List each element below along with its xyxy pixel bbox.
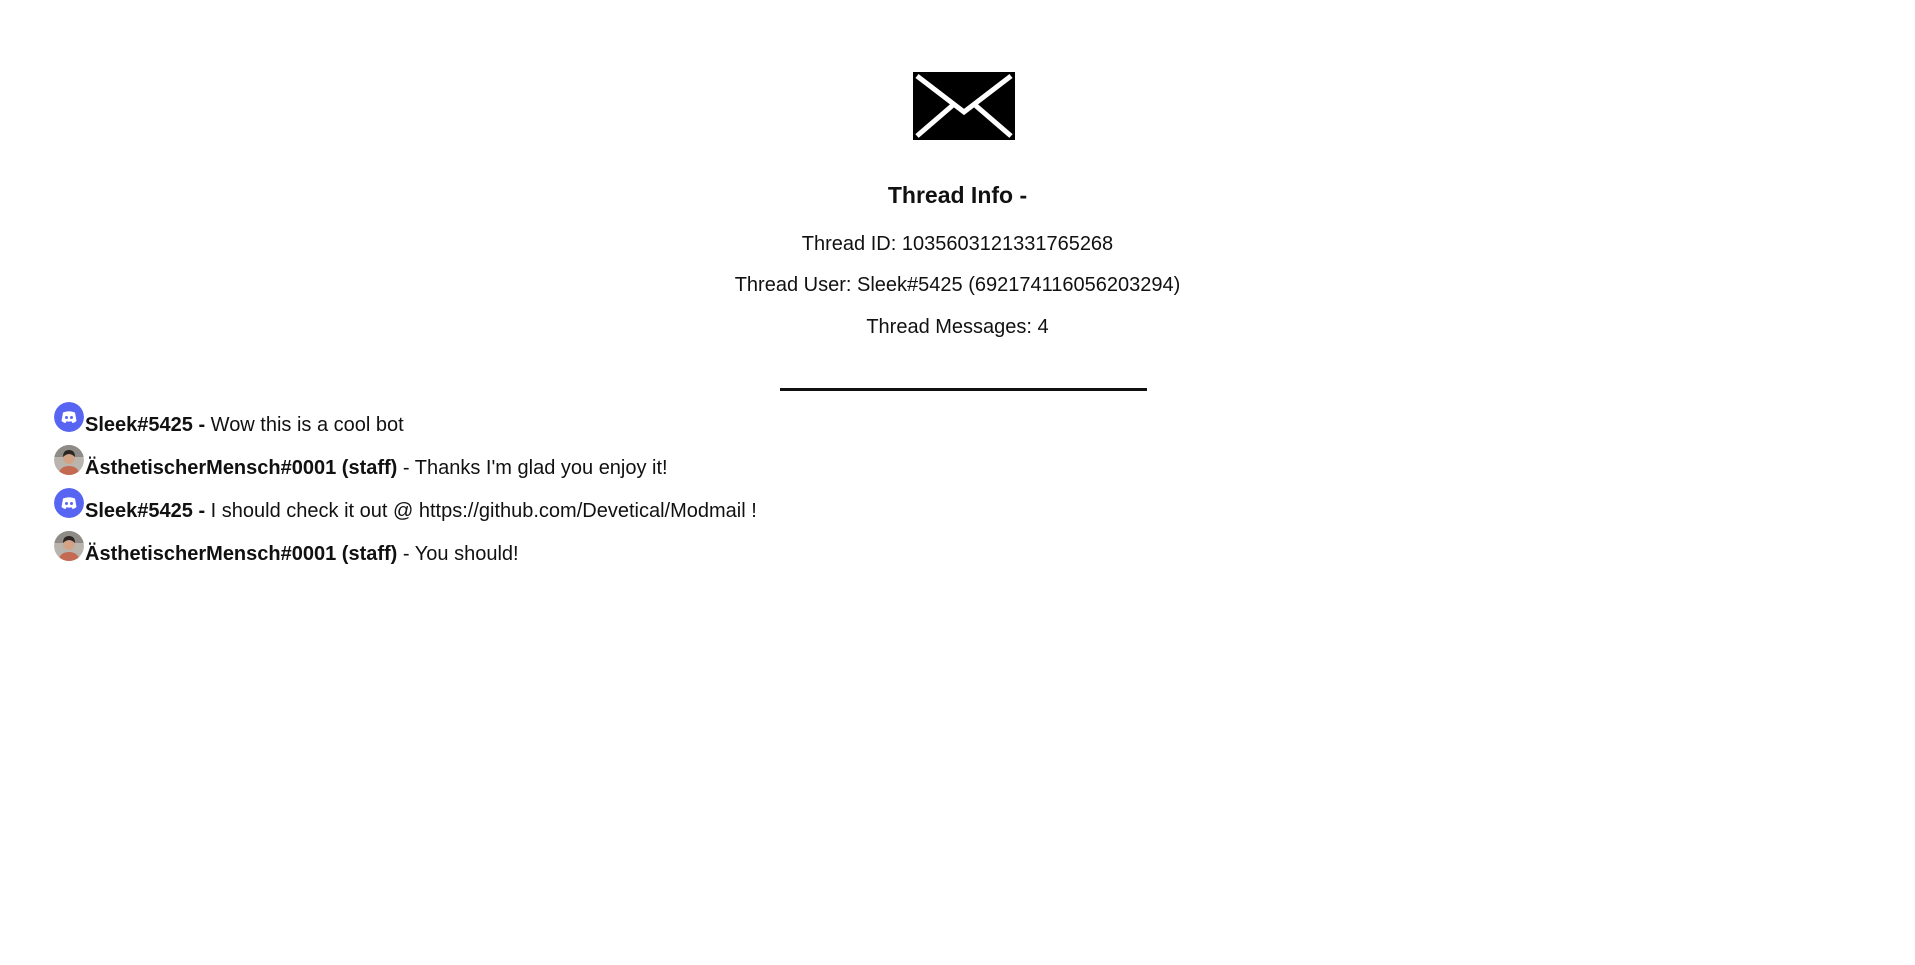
message-item: Sleek#5425 - I should check it out @ htt… [54, 488, 1854, 531]
thread-info-title: Thread Info - [887, 182, 1028, 208]
envelope-icon [913, 72, 1015, 140]
discord-default-avatar-icon [54, 488, 84, 518]
thread-user-line: Thread User: Sleek#5425 (692174116056203… [0, 273, 1915, 297]
user-photo-avatar [54, 531, 84, 561]
message-item: ÄsthetischerMensch#0001 (staff) - You sh… [54, 531, 1854, 574]
message-list: Sleek#5425 - Wow this is a cool bot Ästh… [54, 402, 1854, 574]
thread-log-page: Thread Info - Thread ID: 103560312133176… [0, 0, 1915, 965]
discord-default-avatar-icon [54, 402, 84, 432]
message-item: Sleek#5425 - Wow this is a cool bot [54, 402, 1854, 445]
message-author: ÄsthetischerMensch#0001 (staff) [85, 457, 398, 479]
message-text: Sleek#5425 - Wow this is a cool bot [85, 413, 404, 437]
message-content: Thanks I'm glad you enjoy it! [414, 457, 668, 479]
section-divider [780, 388, 1147, 391]
thread-messages-label: Thread Messages: [866, 316, 1032, 338]
thread-messages-value: 4 [1037, 316, 1049, 338]
message-text: Sleek#5425 - I should check it out @ htt… [85, 499, 757, 523]
thread-messages-line: Thread Messages: 4 [0, 315, 1915, 339]
message-item: ÄsthetischerMensch#0001 (staff) - Thanks… [54, 445, 1854, 488]
message-author: Sleek#5425 - [85, 414, 206, 436]
thread-user-value: Sleek#5425 (692174116056203294) [857, 274, 1181, 296]
message-content: Wow this is a cool bot [210, 414, 404, 436]
message-author: ÄsthetischerMensch#0001 (staff) [85, 543, 398, 565]
user-photo-avatar [54, 445, 84, 475]
message-text: ÄsthetischerMensch#0001 (staff) - You sh… [85, 542, 519, 566]
message-author: Sleek#5425 - [85, 500, 206, 522]
message-content: I should check it out @ https://github.c… [210, 500, 757, 522]
message-content: You should! [414, 543, 519, 565]
message-separator: - [402, 457, 410, 479]
thread-user-label: Thread User: [734, 274, 852, 296]
message-text: ÄsthetischerMensch#0001 (staff) - Thanks… [85, 456, 668, 480]
thread-id-value: 1035603121331765268 [901, 233, 1114, 255]
thread-id-line: Thread ID: 1035603121331765268 [0, 232, 1915, 256]
thread-id-label: Thread ID: [801, 233, 897, 255]
message-separator: - [402, 543, 410, 565]
